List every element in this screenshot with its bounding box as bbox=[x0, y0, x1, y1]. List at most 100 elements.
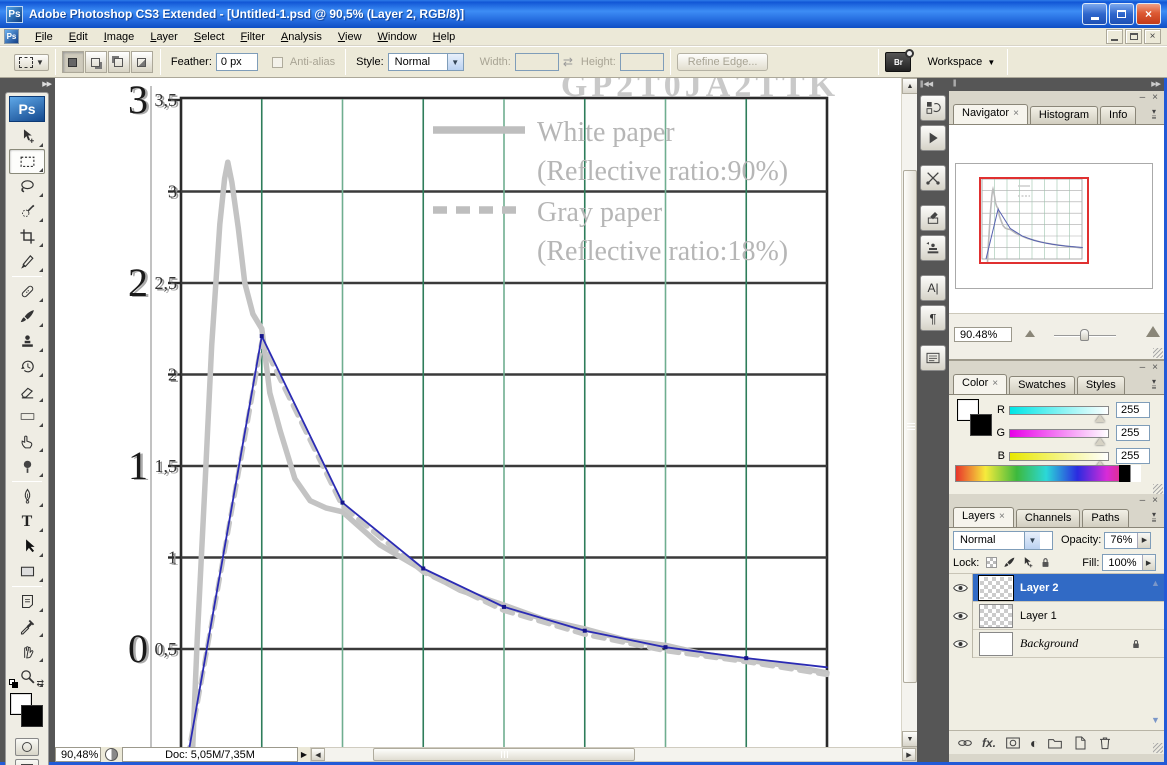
panel-minimize-icon[interactable]: – bbox=[1140, 92, 1146, 103]
scroll-up-button[interactable]: ▲ bbox=[902, 78, 918, 94]
color-tab-color[interactable]: Color× bbox=[953, 374, 1007, 394]
quick-selection-tool[interactable] bbox=[9, 199, 45, 224]
zoom-level-field[interactable]: 90,48% bbox=[55, 747, 101, 762]
layer-thumbnail[interactable] bbox=[979, 576, 1013, 600]
panel-close-icon[interactable]: × bbox=[1152, 362, 1158, 373]
width-input[interactable] bbox=[515, 53, 559, 71]
close-tab-icon[interactable]: × bbox=[992, 378, 998, 389]
zoom-out-icon[interactable] bbox=[1025, 330, 1035, 337]
doc-minimize-button[interactable] bbox=[1106, 29, 1123, 44]
navigator-zoom-slider[interactable] bbox=[1054, 335, 1116, 337]
list-scroll-up-icon[interactable]: ▲ bbox=[1151, 578, 1162, 589]
menu-window[interactable]: Window bbox=[370, 29, 425, 45]
rectangular-marquee-tool[interactable] bbox=[9, 149, 45, 174]
menu-layer[interactable]: Layer bbox=[142, 29, 186, 45]
screen-mode-button[interactable] bbox=[15, 759, 39, 765]
menu-file[interactable]: File bbox=[27, 29, 61, 45]
panel-close-icon[interactable]: × bbox=[1152, 92, 1158, 103]
lock-all-button[interactable] bbox=[1038, 555, 1053, 570]
crop-tool[interactable] bbox=[9, 224, 45, 249]
expand-dock-button[interactable]: ▶▶ bbox=[0, 78, 55, 91]
dodge-tool[interactable] bbox=[9, 454, 45, 479]
panel-minimize-icon[interactable]: – bbox=[1140, 362, 1146, 373]
vertical-scrollbar[interactable]: ▲ ▼ bbox=[901, 78, 917, 747]
menu-image[interactable]: Image bbox=[96, 29, 143, 45]
vertical-scroll-thumb[interactable] bbox=[903, 170, 917, 683]
slider-thumb[interactable] bbox=[1095, 438, 1105, 445]
resize-grip[interactable] bbox=[1153, 348, 1163, 358]
layers-tab-channels[interactable]: Channels bbox=[1016, 509, 1080, 527]
slider-thumb[interactable] bbox=[1095, 415, 1105, 422]
flyout-arrow-icon[interactable]: ▶ bbox=[1137, 533, 1150, 548]
swap-dimensions-icon[interactable]: ⇄ bbox=[563, 55, 573, 69]
resize-grip[interactable] bbox=[1153, 743, 1163, 753]
slider-knob[interactable] bbox=[1080, 329, 1089, 341]
close-button[interactable]: × bbox=[1136, 3, 1161, 25]
spot-healing-brush-tool[interactable] bbox=[9, 279, 45, 304]
g-value-input[interactable]: 255 bbox=[1116, 425, 1150, 441]
path-selection-tool[interactable] bbox=[9, 534, 45, 559]
menu-filter[interactable]: Filter bbox=[232, 29, 272, 45]
swap-colors-icon[interactable]: ⇄ bbox=[36, 678, 44, 689]
visibility-toggle[interactable] bbox=[949, 630, 973, 658]
paragraph-panel-icon[interactable]: ¶ bbox=[920, 305, 946, 331]
lock-image-button[interactable] bbox=[1002, 555, 1017, 570]
workspace-dropdown[interactable]: Workspace ▼ bbox=[921, 54, 1001, 70]
list-scroll-down-icon[interactable]: ▼ bbox=[1151, 715, 1162, 726]
quick-mask-button[interactable] bbox=[15, 738, 39, 756]
brush-tool[interactable] bbox=[9, 304, 45, 329]
background-color-swatch[interactable] bbox=[21, 705, 43, 727]
layer-name[interactable]: Background bbox=[1020, 636, 1130, 651]
background-color-swatch[interactable] bbox=[970, 414, 992, 436]
restore-button[interactable] bbox=[1109, 3, 1134, 25]
history-panel-icon[interactable] bbox=[920, 95, 946, 121]
pen-tool[interactable] bbox=[9, 484, 45, 509]
refine-edge-button[interactable]: Refine Edge... bbox=[677, 53, 769, 71]
r-slider[interactable] bbox=[1009, 406, 1109, 415]
layer-comps-panel-icon[interactable] bbox=[920, 345, 946, 371]
hand-tool[interactable] bbox=[9, 639, 45, 664]
smudge-tool[interactable] bbox=[9, 429, 45, 454]
type-tool[interactable]: T bbox=[9, 509, 45, 534]
new-selection-button[interactable] bbox=[62, 51, 84, 73]
antialias-checkbox[interactable] bbox=[272, 57, 283, 68]
title-bar[interactable]: Ps Adobe Photoshop CS3 Extended - [Untit… bbox=[0, 0, 1167, 28]
fill-field[interactable]: 100% ▶ bbox=[1102, 554, 1155, 571]
visibility-toggle[interactable] bbox=[949, 574, 973, 602]
horizontal-scrollbar[interactable]: ◀ ▶ bbox=[310, 747, 917, 762]
menu-help[interactable]: Help bbox=[425, 29, 464, 45]
scroll-right-button[interactable]: ▶ bbox=[902, 748, 916, 761]
black-swatch[interactable] bbox=[1119, 465, 1130, 482]
panel-close-icon[interactable]: × bbox=[1152, 495, 1158, 506]
layer-mask-icon[interactable] bbox=[1005, 735, 1021, 751]
b-value-input[interactable]: 255 bbox=[1116, 448, 1150, 464]
menu-edit[interactable]: Edit bbox=[61, 29, 96, 45]
eyedropper-tool[interactable] bbox=[9, 614, 45, 639]
layer-row-layer-2[interactable]: Layer 2 bbox=[949, 574, 1164, 602]
character-panel-icon[interactable]: A| bbox=[920, 275, 946, 301]
new-layer-icon[interactable] bbox=[1072, 735, 1088, 751]
menu-analysis[interactable]: Analysis bbox=[273, 29, 330, 45]
layer-group-icon[interactable] bbox=[1047, 735, 1063, 751]
layer-row-background[interactable]: Background bbox=[949, 630, 1164, 658]
brushes-panel-icon[interactable] bbox=[920, 205, 946, 231]
white-swatch[interactable] bbox=[1130, 465, 1142, 482]
layers-tab-paths[interactable]: Paths bbox=[1082, 509, 1128, 527]
delete-layer-icon[interactable] bbox=[1097, 735, 1113, 751]
navigator-tab-info[interactable]: Info bbox=[1100, 106, 1136, 124]
clone-source-panel-icon[interactable] bbox=[920, 235, 946, 261]
history-brush-tool[interactable] bbox=[9, 354, 45, 379]
color-ramp[interactable] bbox=[955, 465, 1141, 482]
actions-panel-icon[interactable] bbox=[920, 125, 946, 151]
slice-tool[interactable] bbox=[9, 249, 45, 274]
scroll-left-button[interactable]: ◀ bbox=[311, 748, 325, 761]
notes-tool[interactable] bbox=[9, 589, 45, 614]
tool-presets-panel-icon[interactable] bbox=[920, 165, 946, 191]
add-to-selection-button[interactable] bbox=[85, 51, 107, 73]
gradient-tool[interactable] bbox=[9, 404, 45, 429]
navigator-preview[interactable] bbox=[949, 125, 1164, 313]
eraser-tool[interactable] bbox=[9, 379, 45, 404]
opacity-field[interactable]: 76% ▶ bbox=[1104, 532, 1151, 549]
intersect-selection-button[interactable] bbox=[131, 51, 153, 73]
visibility-toggle[interactable] bbox=[949, 602, 973, 630]
